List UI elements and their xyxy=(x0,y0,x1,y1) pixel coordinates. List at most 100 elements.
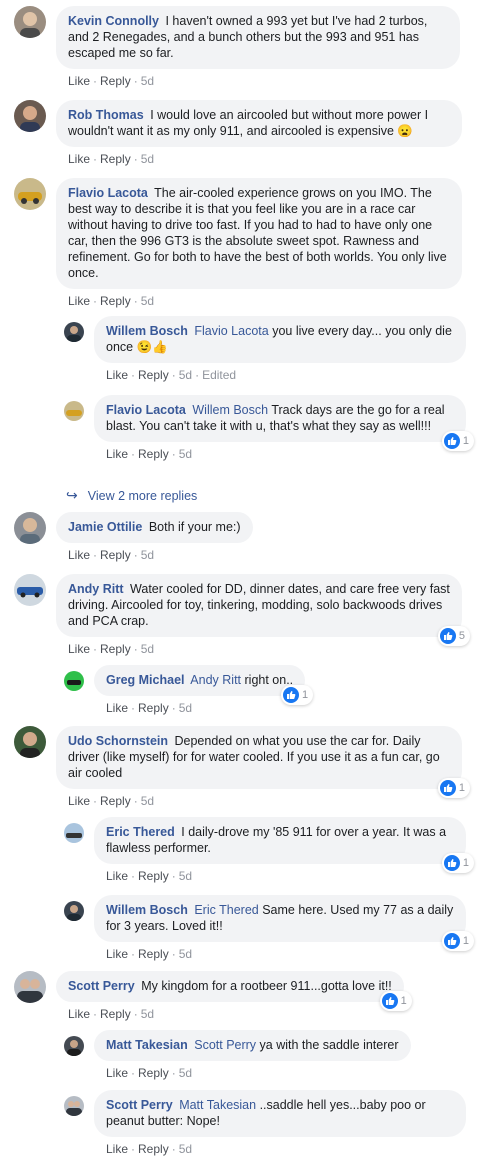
comment-bubble: Kevin Connolly I haven't owned a 993 yet… xyxy=(56,6,460,69)
timestamp[interactable]: 5d xyxy=(141,74,154,88)
timestamp[interactable]: 5d xyxy=(141,1007,154,1021)
mention-link[interactable]: Eric Thered xyxy=(194,903,258,917)
mention-link[interactable]: Flavio Lacota xyxy=(194,324,268,338)
like-link[interactable]: Like xyxy=(106,947,128,961)
like-link[interactable]: Like xyxy=(68,294,90,308)
timestamp[interactable]: 5d xyxy=(179,368,192,382)
like-link[interactable]: Like xyxy=(68,74,90,88)
reaction-count[interactable]: 1 xyxy=(379,991,412,1011)
reply-link[interactable]: Reply xyxy=(100,294,131,308)
avatar[interactable] xyxy=(64,1096,84,1116)
avatar[interactable] xyxy=(14,574,46,606)
comment-author[interactable]: Andy Ritt xyxy=(68,582,124,596)
comment-author[interactable]: Scott Perry xyxy=(68,979,135,993)
avatar[interactable] xyxy=(14,178,46,210)
edited-label[interactable]: Edited xyxy=(202,368,236,382)
reply-link[interactable]: Reply xyxy=(100,794,131,808)
like-link[interactable]: Like xyxy=(68,794,90,808)
like-link[interactable]: Like xyxy=(106,701,128,715)
like-link[interactable]: Like xyxy=(68,152,90,166)
avatar[interactable] xyxy=(14,512,46,544)
timestamp[interactable]: 5d xyxy=(179,701,192,715)
like-link[interactable]: Like xyxy=(106,368,128,382)
comment-bubble: Rob Thomas I would love an aircooled but… xyxy=(56,100,462,147)
comment-author[interactable]: Eric Thered xyxy=(106,825,175,839)
reply-link[interactable]: Reply xyxy=(138,1142,169,1156)
like-link[interactable]: Like xyxy=(106,1066,128,1080)
like-link[interactable]: Like xyxy=(106,1142,128,1156)
reply-link[interactable]: Reply xyxy=(138,869,169,883)
reply-link[interactable]: Reply xyxy=(100,642,131,656)
view-more-replies-link[interactable]: ↪ View 2 more replies xyxy=(66,487,197,504)
reply-link[interactable]: Reply xyxy=(100,548,131,562)
timestamp[interactable]: 5d xyxy=(179,447,192,461)
avatar[interactable] xyxy=(64,823,84,843)
comment-bubble: Flavio Lacota The air-cooled experience … xyxy=(56,178,462,289)
reply-link[interactable]: Reply xyxy=(100,152,131,166)
reply-link[interactable]: Reply xyxy=(100,1007,131,1021)
avatar[interactable] xyxy=(64,671,84,691)
timestamp[interactable]: 5d xyxy=(179,1142,192,1156)
reaction-count[interactable]: 5 xyxy=(437,626,470,646)
avatar[interactable] xyxy=(64,1036,84,1056)
comment-author[interactable]: Willem Bosch xyxy=(106,324,188,338)
timestamp[interactable]: 5d xyxy=(141,294,154,308)
reaction-count[interactable]: 1 xyxy=(437,778,470,798)
avatar[interactable] xyxy=(14,6,46,38)
timestamp[interactable]: 5d xyxy=(141,642,154,656)
mention-link[interactable]: Matt Takesian xyxy=(179,1098,256,1112)
timestamp[interactable]: 5d xyxy=(179,1066,192,1080)
avatar[interactable] xyxy=(64,322,84,342)
timestamp[interactable]: 5d xyxy=(179,869,192,883)
comment-author[interactable]: Kevin Connolly xyxy=(68,14,159,28)
reaction-count[interactable]: 1 xyxy=(441,431,474,451)
comment-text: The air-cooled experience grows on you I… xyxy=(68,186,447,280)
mention-link[interactable]: Willem Bosch xyxy=(192,403,268,417)
comment-text: My kingdom for a rootbeer 911...gotta lo… xyxy=(141,979,392,993)
comment-author[interactable]: Flavio Lacota xyxy=(68,186,148,200)
avatar[interactable] xyxy=(14,726,46,758)
avatar[interactable] xyxy=(64,401,84,421)
comment-bubble: Flavio Lacota Willem Bosch Track days ar… xyxy=(94,395,474,451)
avatar[interactable] xyxy=(14,100,46,132)
mention-link[interactable]: Andy Ritt xyxy=(190,673,241,687)
comment-bubble: Scott Perry My kingdom for a rootbeer 91… xyxy=(56,971,412,1011)
like-link[interactable]: Like xyxy=(106,869,128,883)
reaction-count[interactable]: 1 xyxy=(281,685,314,705)
like-link[interactable]: Like xyxy=(106,447,128,461)
reply-link[interactable]: Reply xyxy=(138,701,169,715)
comment-author[interactable]: Willem Bosch xyxy=(106,903,188,917)
comment-text: Both if your me:) xyxy=(148,520,241,534)
avatar[interactable] xyxy=(14,971,46,1003)
comment-author[interactable]: Greg Michael xyxy=(106,673,185,687)
timestamp[interactable]: 5d xyxy=(141,548,154,562)
like-link[interactable]: Like xyxy=(68,548,90,562)
reply-link[interactable]: Reply xyxy=(138,368,169,382)
thumbs-up-icon xyxy=(443,433,460,449)
timestamp[interactable]: 5d xyxy=(179,947,192,961)
comment-bubble: Willem Bosch Flavio Lacota you live ever… xyxy=(94,316,466,363)
reply-link[interactable]: Reply xyxy=(100,74,131,88)
timestamp[interactable]: 5d xyxy=(141,152,154,166)
comment-bubble: Jamie Ottilie Both if your me:) xyxy=(56,512,253,543)
mention-link[interactable]: Scott Perry xyxy=(194,1038,256,1052)
comment-text: Water cooled for DD, dinner dates, and c… xyxy=(68,582,450,628)
reply-arrow-icon: ↪ xyxy=(66,487,78,503)
comment-author[interactable]: Scott Perry xyxy=(106,1098,173,1112)
reaction-count[interactable]: 1 xyxy=(441,853,474,873)
comment-author[interactable]: Rob Thomas xyxy=(68,108,144,122)
comment-bubble: Matt Takesian Scott Perry ya with the sa… xyxy=(94,1030,411,1061)
comment-author[interactable]: Jamie Ottilie xyxy=(68,520,142,534)
reply-link[interactable]: Reply xyxy=(138,947,169,961)
comment-author[interactable]: Flavio Lacota xyxy=(106,403,186,417)
like-link[interactable]: Like xyxy=(68,1007,90,1021)
reaction-count[interactable]: 1 xyxy=(441,931,474,951)
reply-link[interactable]: Reply xyxy=(138,447,169,461)
comment-actions: Like · Reply · 5d xyxy=(68,794,155,808)
timestamp[interactable]: 5d xyxy=(141,794,154,808)
reply-link[interactable]: Reply xyxy=(138,1066,169,1080)
avatar[interactable] xyxy=(64,901,84,921)
comment-author[interactable]: Matt Takesian xyxy=(106,1038,188,1052)
like-link[interactable]: Like xyxy=(68,642,90,656)
comment-author[interactable]: Udo Schornstein xyxy=(68,734,168,748)
